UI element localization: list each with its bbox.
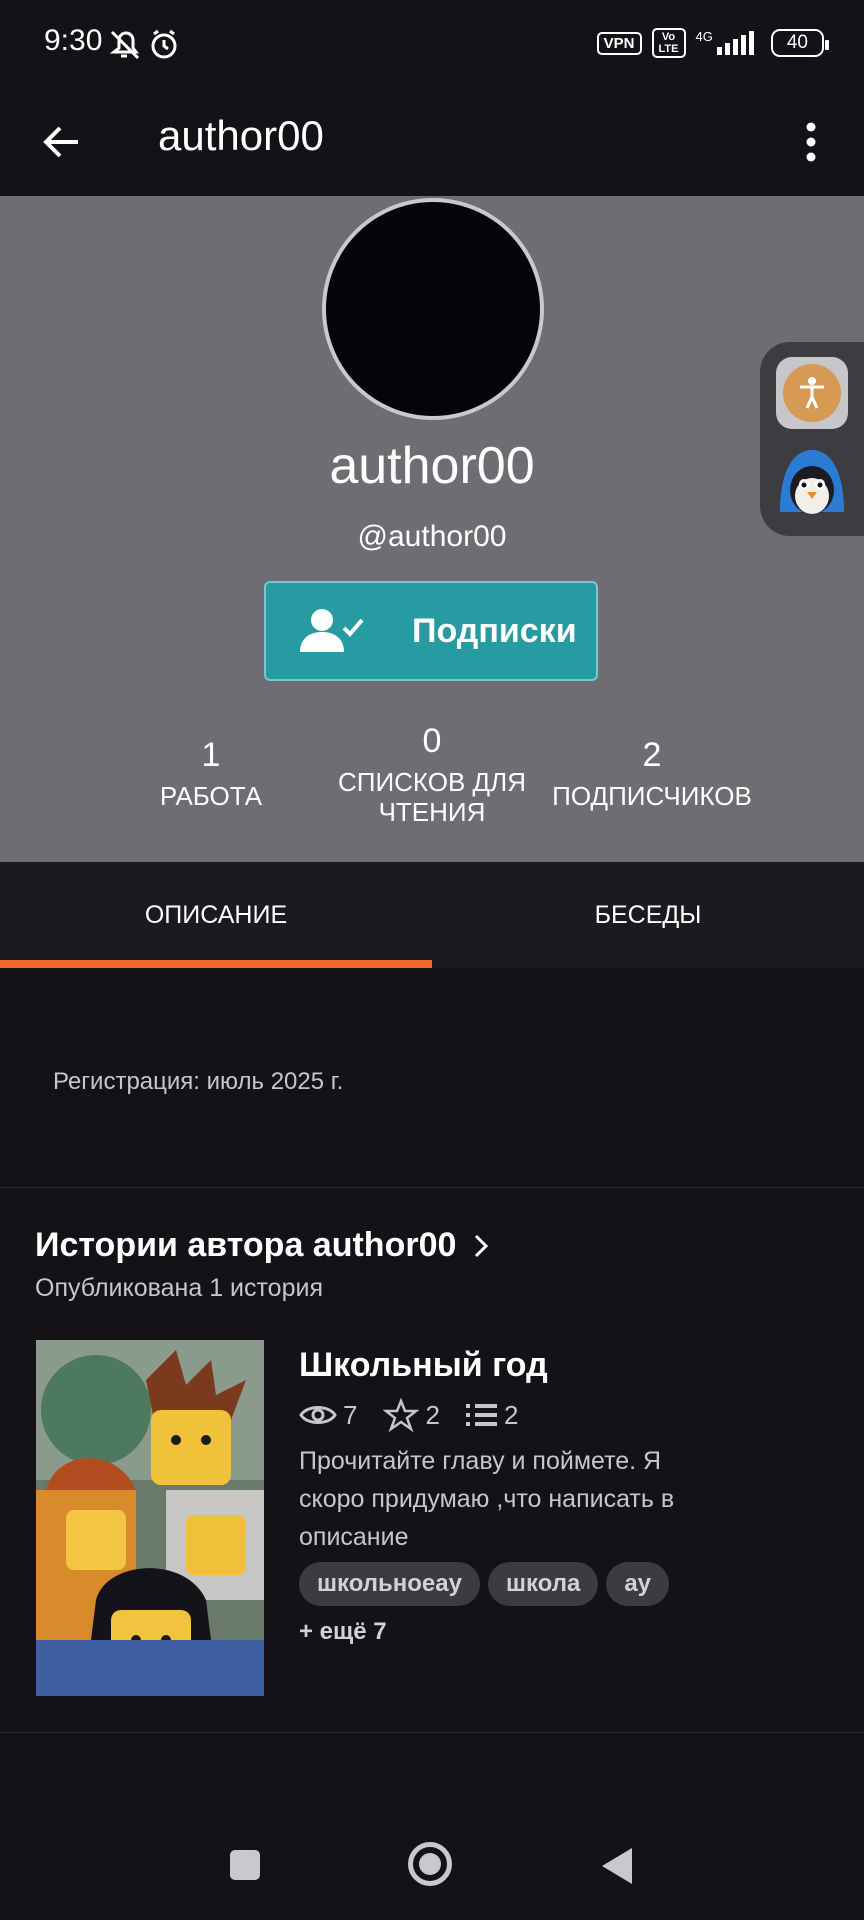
recent-apps-button[interactable]: [230, 1850, 260, 1880]
arrow-left-icon: [43, 126, 78, 158]
story-views: 7: [299, 1400, 357, 1431]
system-back-button[interactable]: [600, 1846, 634, 1891]
profile-tabs: ОПИСАНИЕ БЕСЕДЫ: [0, 862, 864, 968]
status-icons-left: [108, 26, 178, 67]
registration-date: Регистрация: июль 2025 г.: [53, 1068, 344, 1095]
user-check-icon: [298, 606, 368, 656]
tab-conversations[interactable]: БЕСЕДЫ: [432, 862, 864, 968]
signal-icon: [716, 31, 754, 55]
accessibility-shortcut-button[interactable]: [776, 357, 848, 429]
profile-name: author00: [329, 437, 535, 495]
status-time: 9:30: [44, 24, 103, 57]
battery-indicator: 40: [770, 29, 830, 57]
story-description: Прочитайте главу и поймете. Я скоро прид…: [299, 1447, 675, 1551]
avatar[interactable]: [322, 198, 544, 420]
story-stats: 7 2 2: [299, 1398, 544, 1432]
stat-followers[interactable]: 2 ПОДПИСЧИКОВ: [542, 736, 762, 811]
tab-description[interactable]: ОПИСАНИЕ: [0, 862, 432, 968]
status-right: VPN Vo LTE 4G 40: [596, 28, 830, 58]
stat-reading-lists-value: 0: [422, 722, 442, 760]
network-label: 4G: [695, 29, 713, 44]
story-title[interactable]: Школьный год: [299, 1346, 548, 1385]
chevron-right-icon: [475, 1234, 489, 1257]
more-options-button[interactable]: [786, 114, 836, 170]
list-icon: [465, 1404, 497, 1426]
following-button-label: Подписки: [412, 611, 577, 650]
stat-followers-label: ПОДПИСЧИКОВ: [552, 781, 752, 811]
bell-off-icon: [109, 30, 140, 60]
stat-works[interactable]: 1 РАБОТА: [101, 736, 321, 811]
story-tags: школьноеау школа ау: [299, 1562, 670, 1606]
back-button[interactable]: [34, 114, 90, 170]
stat-followers-value: 2: [642, 736, 662, 774]
following-button[interactable]: Подписки: [264, 581, 598, 681]
tag-chip[interactable]: школа: [487, 1562, 599, 1606]
divider: [0, 1187, 864, 1188]
home-icon: [419, 1853, 441, 1875]
stat-works-label: РАБОТА: [159, 781, 263, 811]
network-indicator: 4G: [696, 29, 761, 57]
app-title: author00: [158, 112, 324, 159]
published-count: Опубликована 1 история: [35, 1274, 323, 1302]
eye-icon: [299, 1406, 337, 1424]
story-cover-image[interactable]: [36, 1340, 264, 1696]
stat-reading-lists[interactable]: 0 СПИСКОВ ДЛЯ ЧТЕНИЯ: [321, 722, 543, 827]
story-votes: 2: [383, 1398, 440, 1432]
tag-chip[interactable]: школьноеау: [299, 1562, 480, 1606]
tag-chip[interactable]: ау: [606, 1562, 670, 1606]
story-views-count: 7: [343, 1399, 358, 1430]
stat-reading-lists-label: СПИСКОВ ДЛЯ ЧТЕНИЯ: [337, 767, 527, 827]
penguin-app-shortcut-button[interactable]: [776, 446, 848, 518]
penguin-icon: [780, 450, 844, 514]
star-icon: [383, 1398, 420, 1432]
triangle-back-icon: [602, 1848, 632, 1884]
divider: [0, 1732, 864, 1733]
more-tags-link[interactable]: + ещё 7: [299, 1618, 387, 1646]
app-bar: [0, 92, 864, 196]
profile-handle: @author00: [357, 520, 507, 553]
story-parts: 2: [465, 1399, 519, 1431]
story-votes-count: 2: [425, 1399, 440, 1430]
volte-indicator: Vo LTE: [651, 28, 686, 58]
author-stories-title: Истории автора author00: [35, 1226, 457, 1264]
home-button[interactable]: [408, 1842, 452, 1886]
vpn-indicator: VPN: [596, 31, 642, 55]
alarm-icon: [151, 29, 177, 59]
author-stories-link[interactable]: Истории автора author00: [35, 1226, 492, 1265]
accessibility-icon: [783, 364, 841, 422]
stat-works-value: 1: [201, 736, 221, 774]
story-parts-count: 2: [503, 1399, 519, 1430]
more-vertical-icon: [806, 122, 816, 162]
